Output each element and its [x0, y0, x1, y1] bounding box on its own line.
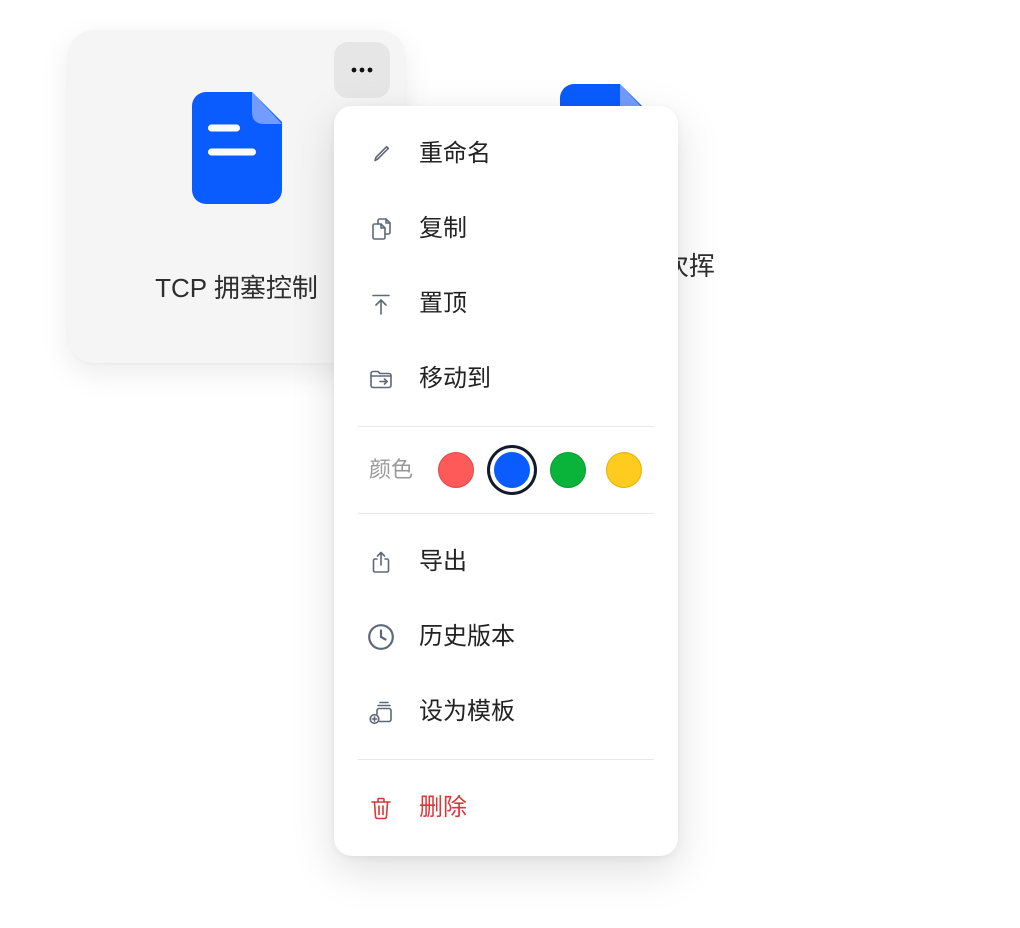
- menu-item-label: 复制: [419, 214, 467, 242]
- copy-icon: [367, 215, 395, 243]
- trash-icon: [367, 794, 395, 822]
- menu-item-label: 重命名: [419, 139, 491, 167]
- menu-item-delete[interactable]: 删除: [334, 770, 678, 845]
- menu-item-label: 移动到: [419, 364, 491, 392]
- menu-item-export[interactable]: 导出: [334, 524, 678, 599]
- menu-item-copy[interactable]: 复制: [334, 191, 678, 266]
- menu-item-label: 历史版本: [419, 622, 515, 650]
- color-label: 颜色: [369, 457, 414, 482]
- color-picker-row: 颜色: [334, 437, 678, 503]
- menu-item-rename[interactable]: 重命名: [334, 116, 678, 191]
- menu-item-set-template[interactable]: 设为模板: [334, 674, 678, 749]
- export-icon: [367, 548, 395, 576]
- menu-item-label: 置顶: [419, 289, 467, 317]
- menu-divider: [358, 513, 654, 514]
- folder-move-icon: [367, 365, 395, 393]
- menu-divider: [358, 426, 654, 427]
- context-menu: 重命名 复制 置顶 移动到 颜色 导出 历史版本 设为模板 删除: [334, 106, 678, 856]
- menu-item-version-history[interactable]: 历史版本: [334, 599, 678, 674]
- template-icon: [367, 698, 395, 726]
- more-horizontal-icon: [351, 67, 373, 73]
- clock-icon: [367, 623, 395, 651]
- color-swatch[interactable]: [550, 452, 586, 488]
- more-options-button[interactable]: [334, 42, 390, 98]
- pin-to-top-icon: [367, 290, 395, 318]
- menu-item-label: 导出: [419, 547, 467, 575]
- document-icon: [192, 92, 282, 204]
- menu-item-label: 删除: [419, 793, 467, 821]
- color-swatch[interactable]: [606, 452, 642, 488]
- color-swatch[interactable]: [494, 452, 530, 488]
- menu-item-label: 设为模板: [419, 697, 515, 725]
- menu-divider: [358, 759, 654, 760]
- menu-item-move-to[interactable]: 移动到: [334, 341, 678, 416]
- color-swatch[interactable]: [438, 452, 474, 488]
- menu-item-pin-top[interactable]: 置顶: [334, 266, 678, 341]
- color-swatches: [438, 452, 642, 488]
- pencil-icon: [367, 140, 395, 168]
